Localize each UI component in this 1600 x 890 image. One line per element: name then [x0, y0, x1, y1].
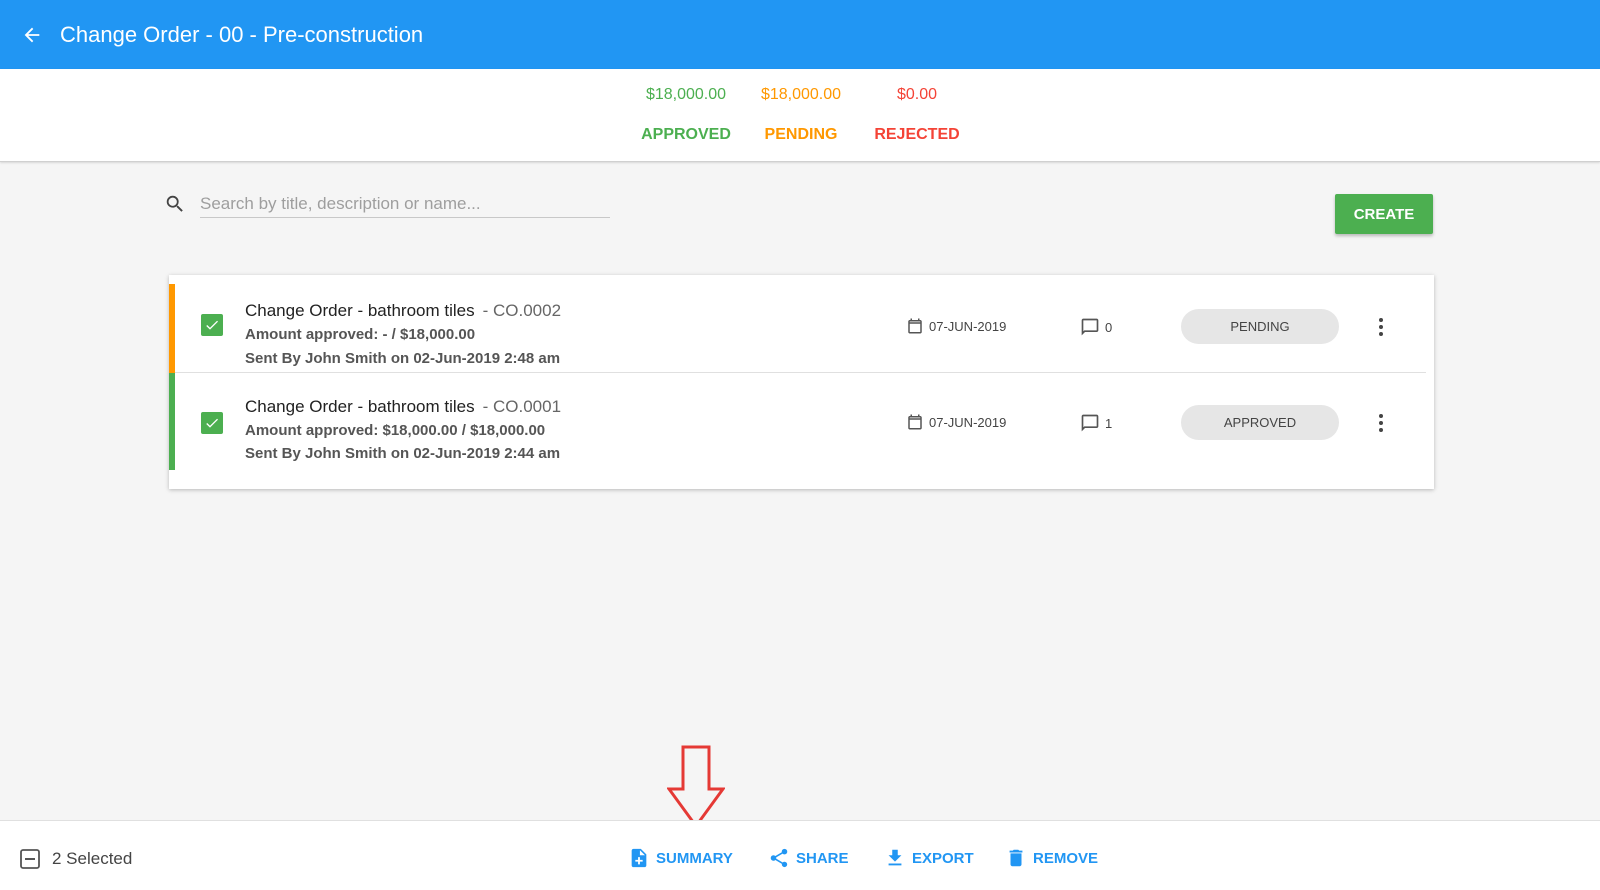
- annotation-arrow-down-icon: [667, 745, 725, 829]
- order-date: 07-JUN-2019: [906, 413, 1006, 431]
- summary-button[interactable]: SUMMARY: [628, 847, 733, 869]
- summary-label: SUMMARY: [656, 849, 733, 867]
- totals-bar: $18,000.00 APPROVED $18,000.00 PENDING $…: [0, 69, 1600, 162]
- order-sent-by: Sent By John Smith on 02-Jun-2019 2:44 a…: [245, 445, 561, 462]
- rejected-amount: $0.00: [896, 86, 938, 103]
- trash-icon: [1009, 849, 1023, 867]
- order-title[interactable]: Change Order - bathroom tiles - CO.0002: [245, 301, 561, 321]
- search-input[interactable]: [200, 190, 610, 218]
- search-box: [164, 190, 610, 220]
- row-checkbox[interactable]: [201, 412, 223, 434]
- selected-count: 2 Selected: [52, 849, 133, 868]
- search-icon: [166, 195, 183, 212]
- order-code: - CO.0002: [482, 301, 562, 320]
- order-title-text: Change Order - bathroom tiles: [245, 397, 475, 416]
- list-item[interactable]: Change Order - bathroom tiles - CO.0002 A…: [169, 275, 1434, 373]
- comment-count[interactable]: 0: [1080, 317, 1112, 337]
- remove-button[interactable]: REMOVE: [1005, 847, 1098, 869]
- comment-icon: [1081, 414, 1099, 432]
- remove-label: REMOVE: [1033, 849, 1099, 867]
- list-item[interactable]: Change Order - bathroom tiles - CO.0001 A…: [169, 373, 1434, 471]
- order-amount: Amount approved: - / $18,000.00: [245, 326, 476, 343]
- status-accent-bar: [169, 373, 175, 470]
- create-button[interactable]: CREATE: [1335, 194, 1433, 234]
- more-vert-icon[interactable]: [1369, 313, 1393, 341]
- comment-icon: [1081, 318, 1099, 336]
- export-button[interactable]: EXPORT: [884, 847, 974, 869]
- status-badge[interactable]: APPROVED: [1181, 405, 1339, 440]
- order-date-text: 07-JUN-2019: [929, 414, 1007, 430]
- selection-indicator[interactable]: 2 Selected: [18, 847, 132, 871]
- bulk-action-bar: 2 Selected SUMMARY SHARE EXPORT REMOVE: [0, 820, 1600, 890]
- calendar-icon: [908, 318, 922, 334]
- order-date-text: 07-JUN-2019: [929, 318, 1007, 334]
- row-checkbox[interactable]: [201, 314, 223, 336]
- arrow-left-icon: [24, 27, 40, 42]
- comment-count-text: 0: [1105, 319, 1113, 335]
- minus-box-icon[interactable]: [18, 847, 42, 871]
- share-label: SHARE: [796, 849, 849, 867]
- share-button[interactable]: SHARE: [768, 847, 849, 869]
- status-badge[interactable]: PENDING: [1181, 309, 1339, 344]
- order-sent-by: Sent By John Smith on 02-Jun-2019 2:48 a…: [245, 350, 561, 367]
- pending-amount: $18,000.00: [760, 86, 842, 103]
- approved-amount: $18,000.00: [645, 86, 727, 103]
- order-date: 07-JUN-2019: [906, 317, 1006, 335]
- export-label: EXPORT: [912, 849, 974, 867]
- more-vert-icon[interactable]: [1369, 409, 1393, 437]
- order-title[interactable]: Change Order - bathroom tiles - CO.0001: [245, 397, 561, 417]
- download-icon: [888, 849, 902, 866]
- pending-label: PENDING: [764, 126, 838, 143]
- calendar-icon: [908, 414, 922, 430]
- status-accent-bar: [169, 284, 175, 373]
- comment-count[interactable]: 1: [1080, 413, 1112, 433]
- app-bar: Change Order - 00 - Pre-construction: [0, 0, 1600, 69]
- checkbox-checked-icon: [206, 418, 218, 428]
- back-button[interactable]: [0, 0, 64, 69]
- change-order-list: Change Order - bathroom tiles - CO.0002 A…: [169, 275, 1434, 489]
- share-icon: [770, 848, 788, 868]
- order-code: - CO.0001: [482, 397, 562, 416]
- rejected-label: REJECTED: [874, 126, 960, 143]
- checkbox-checked-icon: [206, 320, 218, 330]
- comment-count-text: 1: [1105, 415, 1113, 431]
- page-title: Change Order - 00 - Pre-construction: [60, 21, 424, 47]
- approved-label: APPROVED: [641, 126, 731, 143]
- order-amount: Amount approved: $18,000.00 / $18,000.00: [245, 422, 546, 439]
- order-title-text: Change Order - bathroom tiles: [245, 301, 475, 320]
- file-plus-icon: [631, 848, 647, 868]
